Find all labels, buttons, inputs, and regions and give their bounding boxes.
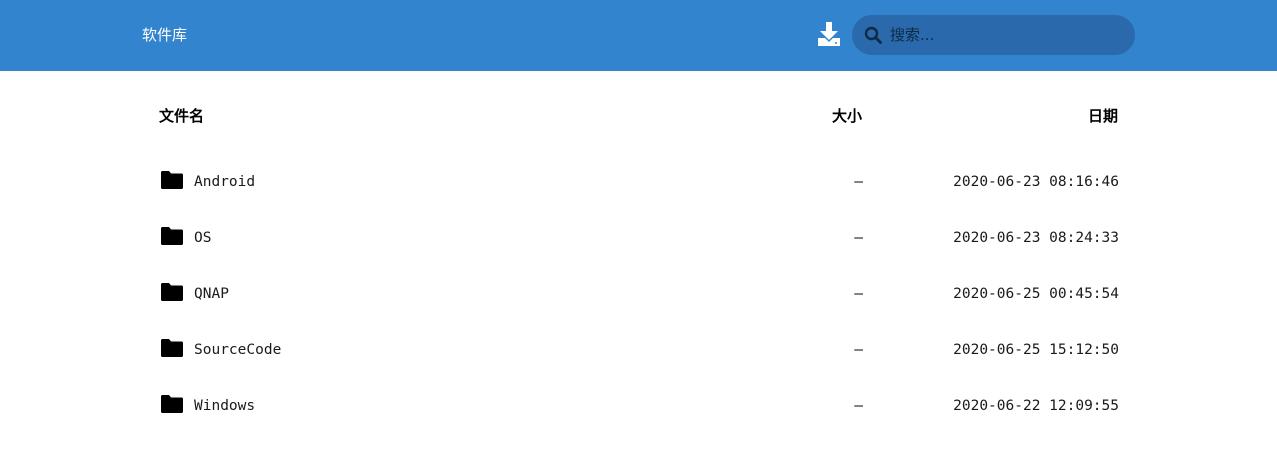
file-date: 2020-06-23 08:24:33 [953,230,1119,246]
file-size: — [854,230,863,246]
file-size: — [854,174,863,190]
folder-icon [161,339,183,357]
table-row[interactable]: Android — 2020-06-23 08:16:46 [0,155,1277,211]
file-size: — [854,342,863,358]
search-icon [864,26,882,44]
table-row[interactable]: SourceCode — 2020-06-25 15:12:50 [0,323,1277,379]
column-header-size[interactable]: 大小 [832,105,862,127]
file-date: 2020-06-22 12:09:55 [953,398,1119,414]
table-row[interactable]: Windows — 2020-06-22 12:09:55 [0,379,1277,435]
file-name-link[interactable]: Android [194,171,255,193]
search-input[interactable] [890,15,1130,55]
column-header-name[interactable]: 文件名 [159,105,204,127]
file-size: — [854,286,863,302]
download-icon[interactable] [818,22,840,46]
brand-link[interactable]: 软件库 [142,24,187,46]
table-row[interactable]: QNAP — 2020-06-25 00:45:54 [0,267,1277,323]
file-size: — [854,398,863,414]
folder-icon [161,227,183,245]
file-date: 2020-06-25 15:12:50 [953,342,1119,358]
folder-icon [161,283,183,301]
file-name-link[interactable]: OS [194,227,211,249]
top-navbar: 软件库 [0,0,1277,71]
file-date: 2020-06-25 00:45:54 [953,286,1119,302]
file-name-link[interactable]: Windows [194,395,255,417]
file-name-link[interactable]: QNAP [194,283,229,305]
file-name-link[interactable]: SourceCode [194,339,281,361]
column-header-date[interactable]: 日期 [1088,105,1118,127]
folder-icon [161,171,183,189]
file-date: 2020-06-23 08:16:46 [953,174,1119,190]
table-row[interactable]: OS — 2020-06-23 08:24:33 [0,211,1277,267]
folder-icon [161,395,183,413]
